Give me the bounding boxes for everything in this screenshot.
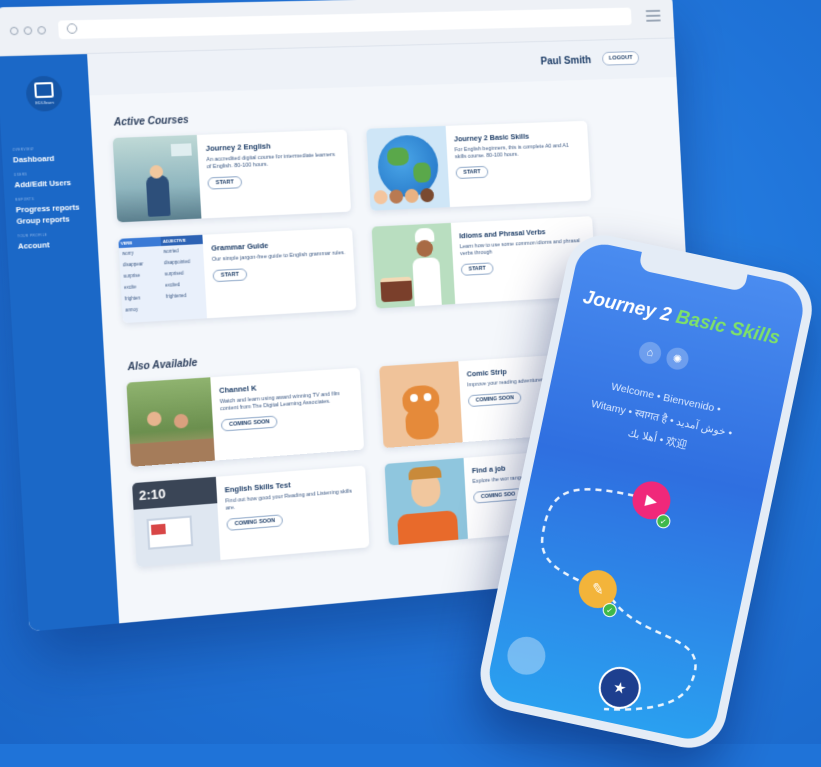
card-title: Journey 2 Basic Skills (453, 131, 530, 144)
user-name: Paul Smith (540, 54, 592, 68)
coming-soon-button[interactable]: COMING SOON (226, 514, 284, 531)
phone-title-accent: Basic Skills (673, 306, 782, 350)
card-description: Our simple jargon-free guide to English … (211, 250, 346, 263)
course-card-english-skills-test[interactable]: 2:10 English Skills Test Find out how go… (132, 465, 370, 568)
tablet-time: 2:10 (138, 485, 167, 504)
brain-icon[interactable]: ✺ (664, 345, 691, 372)
window-controls (9, 26, 47, 36)
phone-icon-row: ⌂ ✺ (637, 339, 691, 372)
course-card-journey-2-english[interactable]: Journey 2 English An accredited digital … (112, 129, 352, 223)
grammar-cell: annoy (125, 306, 139, 313)
grammar-table-illustration: VERB ADJECTIVE worry worried disappear dis… (118, 234, 208, 324)
train-station-illustration (112, 134, 202, 223)
window-dot[interactable] (37, 26, 47, 35)
course-card-journey-2-basic-skills[interactable]: Journey 2 Basic Skills For English begin… (366, 120, 592, 211)
book-icon (34, 81, 54, 99)
tablet-illustration: 2:10 (132, 476, 221, 568)
phone-title-main: Journey 2 (580, 286, 679, 328)
coming-soon-button[interactable]: COMING SOON (467, 391, 522, 408)
address-bar[interactable] (57, 7, 632, 40)
grammar-cell: excited (165, 281, 181, 288)
window-dot[interactable] (9, 26, 19, 36)
card-title: Journey 2 English (205, 141, 271, 153)
globe-illustration (366, 125, 450, 211)
sidebar-nav: overview Dashboard users Add/Edit Users … (2, 145, 98, 252)
home-icon[interactable]: ⌂ (637, 339, 664, 366)
grammar-cell: disappointed (163, 258, 191, 266)
logo-text: EDUlearn (35, 99, 54, 106)
grammar-cell: worried (163, 248, 179, 255)
film-still-image (126, 377, 215, 467)
active-courses-heading: Active Courses (113, 114, 189, 129)
course-card-grammar-guide[interactable]: VERB ADJECTIVE worry worried disappear dis… (118, 227, 357, 324)
window-dot[interactable] (23, 26, 33, 35)
app-logo[interactable]: EDUlearn (25, 75, 64, 112)
card-description: An accredited digital course for interme… (206, 152, 336, 171)
card-description: For English beginners, this is complete … (454, 142, 569, 161)
start-button[interactable]: START (455, 165, 489, 180)
start-button[interactable]: START (212, 268, 248, 283)
menu-icon[interactable] (645, 7, 661, 25)
grammar-cell: frightened (165, 292, 187, 300)
reload-icon[interactable] (66, 23, 78, 34)
worker-illustration (384, 457, 468, 546)
course-card-channel-k[interactable]: Channel K Watch and learn using award wi… (126, 367, 365, 467)
cat-illustration (379, 361, 463, 449)
sidebar-item-add-edit-users[interactable]: Add/Edit Users (14, 177, 94, 190)
sidebar-item-group-reports[interactable]: Group reports (16, 213, 96, 226)
grammar-cell: surprised (164, 270, 184, 277)
start-button[interactable]: START (207, 176, 243, 190)
start-button[interactable]: START (460, 262, 494, 276)
phone-app-title: Journey 2 Basic Skills (581, 287, 782, 350)
sidebar-item-dashboard[interactable]: Dashboard (13, 152, 93, 165)
sidebar-item-account[interactable]: Account (18, 238, 98, 251)
chef-illustration (371, 222, 456, 309)
also-available-heading: Also Available (127, 357, 198, 374)
logout-button[interactable]: LOGOUT (602, 51, 640, 66)
coming-soon-button[interactable]: COMING SOON (220, 415, 279, 432)
